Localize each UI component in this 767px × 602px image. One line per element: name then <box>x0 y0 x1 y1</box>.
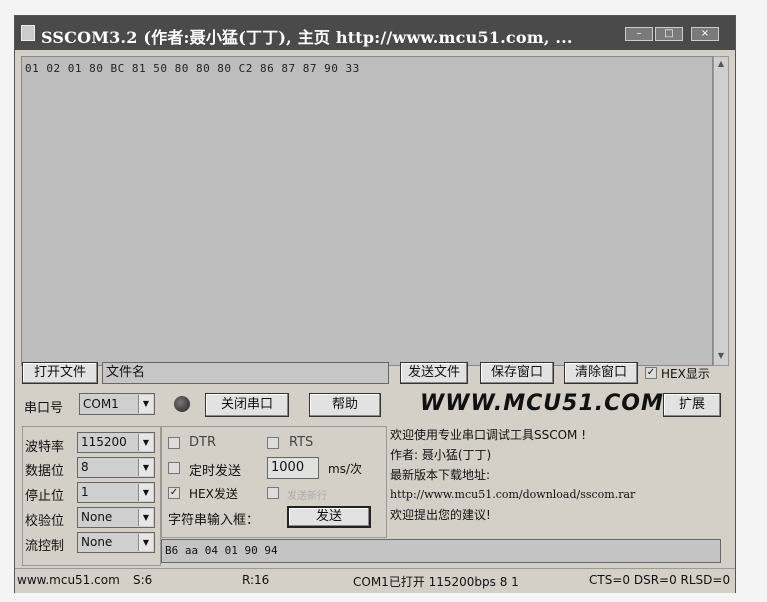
stopbits-select-value: 1 <box>81 485 89 499</box>
site-banner: WWW.MCU51.COM <box>420 391 664 416</box>
info-download-label: 最新版本下载地址: <box>390 468 491 482</box>
info-author: 作者: 聂小猛(丁丁) <box>390 448 492 462</box>
scroll-up-icon[interactable]: ▲ <box>715 59 727 71</box>
save-window-button[interactable]: 保存窗口 <box>480 362 554 384</box>
databits-select[interactable]: 8 ▼ <box>77 457 155 478</box>
port-label: 串口号 <box>24 401 64 416</box>
chevron-down-icon[interactable]: ▼ <box>138 395 153 413</box>
close-port-button[interactable]: 关闭串口 <box>205 393 289 417</box>
chevron-down-icon[interactable]: ▼ <box>138 459 153 476</box>
status-site: www.mcu51.com <box>17 573 120 587</box>
open-file-button[interactable]: 打开文件 <box>22 362 98 384</box>
send-file-button[interactable]: 发送文件 <box>400 362 468 384</box>
timed-send-label: 定时发送 <box>189 464 242 479</box>
stopbits-label: 停止位 <box>25 489 65 504</box>
chevron-down-icon[interactable]: ▼ <box>138 509 153 526</box>
status-sent-count: S:6 <box>133 573 153 587</box>
close-button[interactable]: × <box>691 27 719 41</box>
info-download-link[interactable]: http://www.mcu51.com/download/sscom.rar <box>390 485 724 505</box>
receive-text: 01 02 01 80 BC 81 50 80 80 80 C2 86 87 8… <box>25 62 360 75</box>
interval-unit: ms/次 <box>328 462 362 476</box>
stopbits-select[interactable]: 1 ▼ <box>77 482 155 503</box>
databits-select-value: 8 <box>81 460 89 474</box>
send-newline-checkbox[interactable] <box>267 487 279 499</box>
dtr-checkbox[interactable] <box>168 437 180 449</box>
string-input-label: 字符串输入框： <box>168 513 260 528</box>
parity-label: 校验位 <box>25 514 65 529</box>
maximize-button[interactable]: □ <box>655 27 683 41</box>
interval-input[interactable]: 1000 <box>267 457 319 479</box>
info-suggestions: 欢迎提出您的建议! <box>390 508 491 522</box>
rts-checkbox[interactable] <box>267 437 279 449</box>
status-bar: www.mcu51.com S:6 R:16 COM1已打开 115200bps… <box>15 568 735 593</box>
dtr-label: DTR <box>189 435 216 450</box>
port-status-indicator-icon <box>174 396 190 412</box>
info-panel: 欢迎使用专业串口调试工具SSCOM ! 作者: 聂小猛(丁丁) 最新版本下载地址… <box>390 425 724 537</box>
chevron-down-icon[interactable]: ▼ <box>138 484 153 501</box>
filename-field[interactable]: 文件名 <box>102 362 389 384</box>
status-signals: CTS=0 DSR=0 RLSD=0 <box>589 573 731 587</box>
status-received-count: R:16 <box>242 573 270 587</box>
flow-select-value: None <box>81 535 113 549</box>
databits-label: 数据位 <box>25 464 65 479</box>
baud-select-value: 115200 <box>81 435 127 449</box>
baud-select[interactable]: 115200 ▼ <box>77 432 155 453</box>
hex-send-checkbox[interactable]: ✓ <box>168 487 180 499</box>
hex-display-label: HEX显示 <box>661 367 710 381</box>
send-newline-label: 发送新行 <box>287 491 327 502</box>
flow-select[interactable]: None ▼ <box>77 532 155 553</box>
port-select[interactable]: COM1 ▼ <box>79 393 155 415</box>
timed-send-checkbox[interactable] <box>168 462 180 474</box>
hex-display-checkbox[interactable]: ✓ <box>645 367 657 379</box>
send-input[interactable]: B6 aa 04 01 90 94 <box>161 539 721 563</box>
port-select-value: COM1 <box>83 397 119 411</box>
parity-select[interactable]: None ▼ <box>77 507 155 528</box>
scroll-down-icon[interactable]: ▼ <box>715 351 727 363</box>
title-bar: SSCOM3.2 (作者:聂小猛(丁丁), 主页 http://www.mcu5… <box>15 16 735 50</box>
help-button[interactable]: 帮助 <box>309 393 381 417</box>
flow-label: 流控制 <box>25 539 65 554</box>
rts-label: RTS <box>289 435 314 450</box>
sscom-window: SSCOM3.2 (作者:聂小猛(丁丁), 主页 http://www.mcu5… <box>14 15 736 593</box>
baud-label: 波特率 <box>25 440 65 455</box>
parity-select-value: None <box>81 510 113 524</box>
info-welcome: 欢迎使用专业串口调试工具SSCOM ! <box>390 428 587 442</box>
chevron-down-icon[interactable]: ▼ <box>138 534 153 551</box>
chevron-down-icon[interactable]: ▼ <box>138 434 153 451</box>
receive-scrollbar[interactable]: ▲ ▼ <box>713 56 729 366</box>
receive-area[interactable]: 01 02 01 80 BC 81 50 80 80 80 C2 86 87 8… <box>21 56 713 366</box>
status-port-state: COM1已打开 115200bps 8 1 <box>353 575 519 589</box>
app-icon <box>21 25 35 41</box>
send-button[interactable]: 发送 <box>287 506 371 528</box>
minimize-button[interactable]: – <box>625 27 653 41</box>
clear-window-button[interactable]: 清除窗口 <box>564 362 638 384</box>
hex-send-label: HEX发送 <box>189 487 238 501</box>
expand-button[interactable]: 扩展 <box>663 393 721 417</box>
window-title: SSCOM3.2 (作者:聂小猛(丁丁), 主页 http://www.mcu5… <box>41 28 573 47</box>
